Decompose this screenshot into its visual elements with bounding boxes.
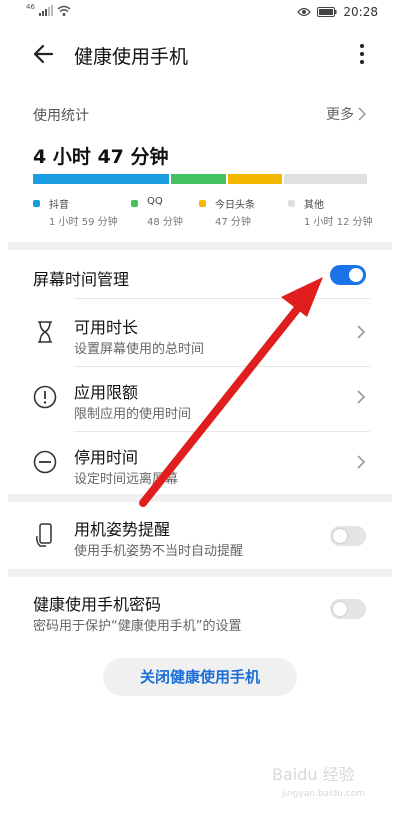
row-subtitle: 设定时间远离屏幕 xyxy=(74,472,179,487)
screen-time-title: 屏幕时间管理 xyxy=(33,270,130,289)
close-healthy-usage-button[interactable]: 关闭健康使用手机 xyxy=(103,658,297,696)
usage-legend: 抖音 1 小时 59 分钟 QQ 48 分钟 今日头条 47 分钟 其他 1 小… xyxy=(33,196,373,230)
back-arrow-icon[interactable] xyxy=(30,40,58,68)
row-separator xyxy=(74,366,370,367)
legend-dot xyxy=(131,200,138,207)
total-usage-time: 4 小时 47 分钟 xyxy=(33,146,169,168)
minus-circle-icon xyxy=(33,450,57,474)
posture-toggle[interactable] xyxy=(330,526,366,546)
legend-app-name: 今日头条 xyxy=(215,200,255,211)
password-title: 健康使用手机密码 xyxy=(33,595,162,614)
row-title: 可用时长 xyxy=(74,318,139,337)
row-subtitle: 设置屏幕使用的总时间 xyxy=(74,342,205,357)
usage-bar-segment xyxy=(33,174,170,184)
clock: 20:28 xyxy=(343,5,378,19)
legend-dot xyxy=(288,200,295,207)
section-divider xyxy=(8,242,392,250)
status-bar: 46 20:28 xyxy=(0,0,400,26)
page-title: 健康使用手机 xyxy=(74,46,189,68)
usage-stats-label: 使用统计 xyxy=(33,108,89,124)
legend-app-name: 抖音 xyxy=(49,200,69,211)
row-separator xyxy=(74,298,370,299)
chevron-right-icon xyxy=(358,107,366,121)
legend-dot xyxy=(199,200,206,207)
legend-dot xyxy=(33,200,40,207)
row-title: 停用时间 xyxy=(74,448,139,467)
app-bar: 健康使用手机 xyxy=(0,30,400,78)
row-separator xyxy=(74,431,370,432)
legend-app-name: 其他 xyxy=(304,200,324,211)
chevron-right-icon xyxy=(357,390,366,404)
more-options-icon[interactable] xyxy=(352,40,372,68)
hourglass-icon xyxy=(38,321,52,343)
chevron-right-icon xyxy=(357,325,366,339)
usage-bar xyxy=(33,174,367,184)
signal-icon xyxy=(38,5,53,16)
posture-subtitle: 使用手机姿势不当时自动提醒 xyxy=(74,544,244,559)
posture-title: 用机姿势提醒 xyxy=(74,520,171,539)
section-divider xyxy=(8,494,392,502)
legend-app-name: QQ xyxy=(147,196,163,207)
usage-bar-segment xyxy=(171,174,226,184)
alert-circle-icon xyxy=(33,385,57,409)
password-subtitle: 密码用于保护“健康使用手机”的设置 xyxy=(33,619,242,634)
legend-app-duration: 48 分钟 xyxy=(147,217,183,228)
section-divider xyxy=(8,569,392,577)
watermark-url: jingyan.baidu.com xyxy=(281,789,365,799)
network-type-label: 46 xyxy=(26,2,35,11)
legend-app-duration: 47 分钟 xyxy=(215,217,251,228)
legend-app-duration: 1 小时 59 分钟 xyxy=(49,217,118,228)
eye-icon xyxy=(297,7,312,17)
more-link[interactable]: 更多 xyxy=(326,104,366,124)
screen-time-toggle[interactable] xyxy=(330,265,366,285)
row-title: 应用限额 xyxy=(74,383,139,402)
phone-hand-icon xyxy=(36,523,52,547)
usage-bar-segment xyxy=(283,174,367,184)
legend-app-duration: 1 小时 12 分钟 xyxy=(304,217,373,228)
status-left: 46 xyxy=(26,2,71,16)
usage-bar-segment xyxy=(227,174,282,184)
watermark-text: Baidu 经验 xyxy=(272,765,355,784)
password-toggle[interactable] xyxy=(330,599,366,619)
wifi-icon xyxy=(57,5,71,16)
chevron-right-icon xyxy=(357,455,366,469)
baidu-jingyan-watermark: Baidu 经验 jingyan.baidu.com xyxy=(272,765,365,799)
status-right: 20:28 xyxy=(297,5,378,19)
row-subtitle: 限制应用的使用时间 xyxy=(74,407,192,422)
battery-icon xyxy=(317,7,337,17)
more-link-label: 更多 xyxy=(326,107,354,123)
